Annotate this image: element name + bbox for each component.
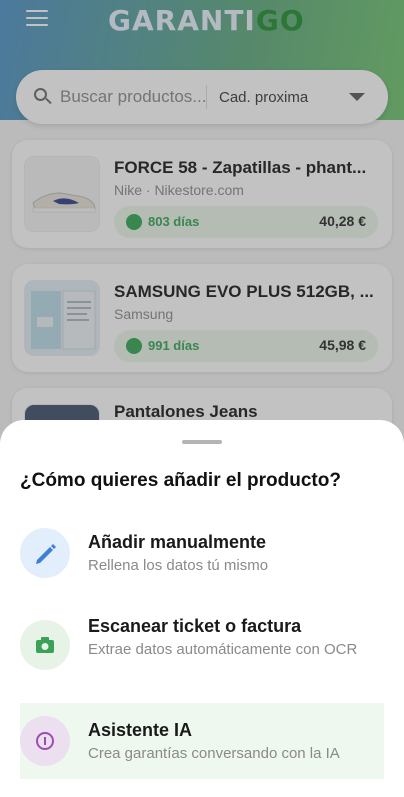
option-title: Asistente IA bbox=[88, 720, 193, 740]
option-scan[interactable]: Escanear ticket o factura Extrae datos a… bbox=[20, 616, 384, 686]
info-icon bbox=[20, 716, 70, 766]
option-title: Añadir manualmente bbox=[88, 532, 267, 552]
sheet-title: ¿Cómo quieres añadir el producto? bbox=[20, 470, 341, 491]
option-manual[interactable]: Añadir manualmente Rellena los datos tú … bbox=[20, 528, 384, 588]
option-description: Rellena los datos tú mismo bbox=[88, 557, 269, 574]
pencil-icon bbox=[20, 528, 70, 578]
option-title: Escanear ticket o factura bbox=[88, 616, 302, 636]
camera-icon bbox=[20, 620, 70, 670]
option-description: Crea garantías conversando con la IA bbox=[88, 745, 340, 762]
option-ai-assistant[interactable]: Asistente IA Crea garantías conversando … bbox=[20, 716, 384, 772]
add-product-sheet: ¿Cómo quieres añadir el producto? Añadir… bbox=[0, 420, 404, 797]
sheet-drag-handle[interactable] bbox=[182, 440, 222, 444]
option-description: Extrae datos automáticamente con OCR bbox=[88, 641, 358, 658]
